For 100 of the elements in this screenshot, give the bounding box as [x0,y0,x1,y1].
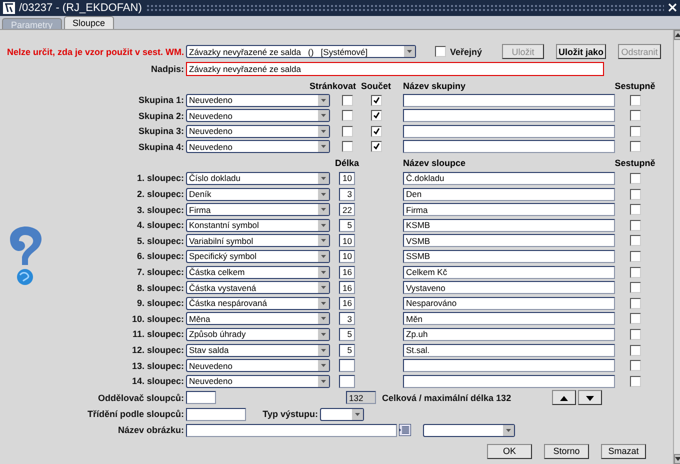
checkbox[interactable] [630,188,640,200]
group-name-field[interactable] [403,140,615,154]
checkbox[interactable] [630,141,640,152]
column-name-field[interactable]: Zp.uh [403,328,615,341]
checkbox[interactable] [342,110,352,122]
close-icon[interactable] [668,3,677,12]
length-field[interactable]: 16 [339,281,355,294]
public-checkbox[interactable] [435,46,446,58]
move-up-button[interactable] [552,390,576,405]
dropdown[interactable]: Číslo dokladu [186,172,330,185]
column-name-field[interactable]: Nesparováno [403,296,615,310]
dropdown[interactable]: Částka celkem [186,266,330,279]
length-field[interactable]: 22 [339,203,355,216]
length-field[interactable]: 10 [339,250,355,263]
dropdown[interactable]: Způsob úhrady [186,328,330,341]
dropdown[interactable]: Konstantní symbol [186,218,330,232]
column-name-field[interactable]: Den [403,188,615,201]
dropdown[interactable]: Částka nespárovaná [186,296,330,310]
dropdown[interactable] [320,408,364,420]
length-field[interactable]: 5 [339,344,355,357]
checkbox[interactable] [630,250,640,262]
scrollbar[interactable] [673,30,680,464]
column-name-field[interactable]: St.sal. [403,344,615,357]
column-name-field[interactable]: Firma [403,203,615,216]
dropdown[interactable]: Neuvedeno [186,140,330,154]
dropdown[interactable]: Specifický symbol [186,250,330,263]
group-name-field[interactable] [403,109,615,122]
checkbox[interactable] [630,328,640,340]
checkbox[interactable] [630,204,640,216]
dropdown[interactable]: Neuvedeno [186,94,330,107]
sort-field[interactable] [186,408,246,420]
tab[interactable]: Sloupce [64,16,114,30]
length-field[interactable] [339,374,355,388]
checkbox[interactable] [342,126,352,137]
checkbox[interactable] [630,298,640,309]
checkbox[interactable] [630,344,640,356]
dropdown[interactable]: Neuvedeno [186,124,330,138]
length-field[interactable]: 16 [339,296,355,310]
separator-field[interactable] [186,391,216,404]
heading-field[interactable]: Závazky nevyřazené ze salda [186,62,604,76]
column-name-field[interactable]: Vystaveno [403,281,615,294]
length-field[interactable]: 5 [339,218,355,232]
checkbox[interactable] [342,141,352,152]
dropdown[interactable] [423,424,515,436]
list-icon[interactable] [399,424,411,436]
group-name-field[interactable] [403,124,615,138]
column-name-field[interactable]: SSMB [403,250,615,263]
dropdown[interactable]: Částka vystavená [186,281,330,294]
checkbox[interactable] [630,360,640,372]
group-name-field[interactable] [403,94,615,107]
column-label: 3. sloupec: [136,204,185,215]
scroll-up-icon[interactable] [675,33,680,38]
column-name-field[interactable]: Měn [403,312,615,326]
length-field[interactable]: 3 [339,188,355,201]
dropdown[interactable]: Stav salda [186,344,330,357]
dropdown[interactable]: Neuvedeno [186,374,330,388]
checkbox[interactable] [370,126,382,137]
length-field[interactable]: 3 [339,312,355,326]
column-header: Sestupně [614,81,656,92]
dropdown[interactable]: Deník [186,188,330,201]
dropdown[interactable]: Neuvedeno [186,359,330,372]
checkbox[interactable] [630,376,640,387]
checkbox[interactable] [630,126,640,137]
dropdown[interactable]: Měna [186,312,330,326]
length-field[interactable] [339,359,355,372]
dropdown[interactable]: Firma [186,203,330,216]
dropdown[interactable]: Neuvedeno [186,109,330,122]
checkbox[interactable] [630,235,640,246]
dialog-button[interactable]: OK [487,444,532,458]
checkbox[interactable] [370,94,382,106]
length-field[interactable]: 10 [339,234,355,248]
checkbox[interactable] [370,110,382,122]
column-name-field[interactable]: KSMB [403,218,615,232]
length-field[interactable]: 5 [339,328,355,341]
dialog-button[interactable]: Smazat [601,444,646,458]
column-header: Součet [361,81,392,92]
checkbox[interactable] [630,220,640,231]
move-down-button[interactable] [578,390,602,405]
checkbox[interactable] [630,110,640,122]
length-field[interactable]: 16 [339,266,355,279]
column-name-field[interactable] [403,359,615,372]
caret-icon [318,344,329,356]
dropdown[interactable]: Závazky nevyřazené ze salda () [Systémové] [186,45,416,58]
checkbox[interactable] [370,141,382,152]
checkbox[interactable] [630,172,640,184]
column-name-field[interactable] [403,374,615,388]
image-name-field[interactable] [186,424,397,436]
column-name-field[interactable]: Celkem Kč [403,266,615,279]
toolbar-button[interactable]: Uložit jako [556,44,606,60]
column-name-field[interactable]: VSMB [403,234,615,248]
column-name-field[interactable]: Č.dokladu [403,172,615,185]
checkbox[interactable] [630,313,640,324]
checkbox[interactable] [630,266,640,278]
checkbox[interactable] [630,94,640,106]
checkbox[interactable] [630,282,640,294]
dropdown[interactable]: Variabilní symbol [186,234,330,248]
checkbox[interactable] [342,94,352,106]
dialog-button[interactable]: Storno [544,444,589,458]
length-field[interactable]: 10 [339,172,355,185]
scroll-down-icon[interactable] [675,457,680,461]
